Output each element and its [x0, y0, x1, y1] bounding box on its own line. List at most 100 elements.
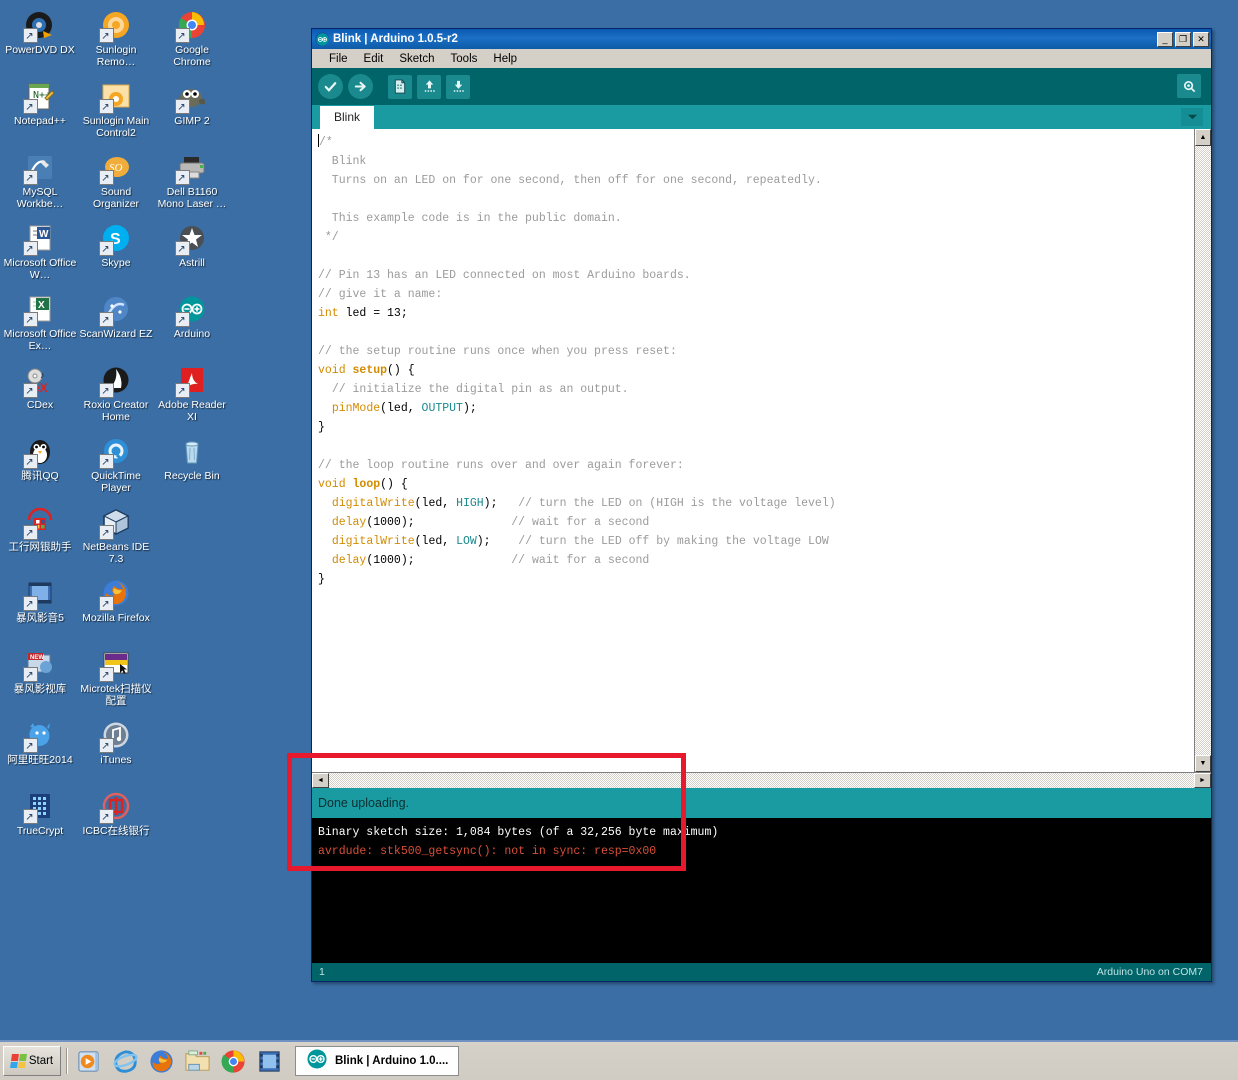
desktop-icon-quicktime[interactable]: ↗ QuickTime Player: [78, 430, 154, 501]
desktop-icon-mysql-workbench[interactable]: ↗ MySQL Workbe…: [2, 146, 78, 217]
window-titlebar[interactable]: Blink | Arduino 1.0.5-r2 _ ❐ ✕: [312, 29, 1211, 49]
window-title: Blink | Arduino 1.0.5-r2: [333, 33, 458, 45]
menu-item-edit[interactable]: Edit: [356, 52, 392, 66]
close-button[interactable]: ✕: [1193, 31, 1209, 47]
desktop-icon-icbc-bank[interactable]: ↗ ICBC在线银行: [78, 785, 154, 856]
code-token: HIGH: [456, 497, 484, 510]
save-button[interactable]: [446, 74, 470, 99]
desktop-icon-recycle-bin[interactable]: Recycle Bin: [154, 430, 230, 501]
windows-media-player-icon[interactable]: [73, 1045, 105, 1077]
code-line: delay(1000); // wait for a second: [318, 513, 1194, 532]
sunlogin-main-icon: ↗: [99, 80, 133, 114]
desktop-icon-baofeng-player[interactable]: ↗ 暴风影音5: [2, 572, 78, 643]
desktop-icon-aliwangwang[interactable]: ↗ 阿里旺旺2014: [2, 714, 78, 785]
editor-vertical-scrollbar[interactable]: ▲ ▼: [1194, 129, 1211, 772]
desktop-icon-microtek-scanner[interactable]: ↗ Microtek扫描仪配置: [78, 643, 154, 714]
desktop-icon-sound-organizer[interactable]: SO ↗ Sound Organizer: [78, 146, 154, 217]
desktop-icon-label: ScanWizard EZ: [79, 328, 153, 340]
media-library-icon[interactable]: [253, 1045, 285, 1077]
desktop-icon-roxio[interactable]: ↗ Roxio Creator Home: [78, 359, 154, 430]
desktop-icon-cdex[interactable]: ♪ eX ↗ CDex: [2, 359, 78, 430]
desktop-icon-chrome[interactable]: ↗ Google Chrome: [154, 4, 230, 75]
shortcut-arrow: ↗: [177, 173, 186, 184]
desktop-icon-sunlogin-remote[interactable]: ↗ Sunlogin Remo…: [78, 4, 154, 75]
code-line: /*: [318, 133, 1194, 152]
taskbar-button-label: Blink | Arduino 1.0....: [335, 1055, 449, 1067]
maximize-button[interactable]: ❐: [1175, 31, 1191, 47]
desktop-icon-itunes[interactable]: ↗ iTunes: [78, 714, 154, 785]
console-line: Binary sketch size: 1,084 bytes (of a 32…: [318, 826, 719, 839]
menu-item-tools[interactable]: Tools: [443, 52, 486, 66]
console-output[interactable]: Binary sketch size: 1,084 bytes (of a 32…: [312, 818, 1211, 963]
shortcut-arrow: ↗: [101, 457, 110, 468]
desktop-icon-astrill[interactable]: ↗ Astrill: [154, 217, 230, 288]
new-button[interactable]: [388, 74, 412, 99]
code-editor[interactable]: /* Blink Turns on an LED on for one seco…: [312, 129, 1194, 772]
code-token: setup: [352, 364, 388, 377]
editor-horizontal-scrollbar[interactable]: ◄ ►: [312, 772, 1211, 788]
scroll-left-button[interactable]: ◄: [312, 773, 329, 788]
desktop-icon-icbc-helper[interactable]: ↗ 工行网银助手: [2, 501, 78, 572]
code-token: () {: [380, 478, 408, 491]
code-line: // the setup routine runs once when you …: [318, 342, 1194, 361]
desktop-icon-dell-printer[interactable]: ↗ Dell B1160 Mono Laser …: [154, 146, 230, 217]
scroll-down-button[interactable]: ▼: [1195, 755, 1211, 772]
scroll-up-button[interactable]: ▲: [1195, 129, 1211, 146]
scroll-track-horizontal[interactable]: [329, 773, 1194, 788]
file-explorer-icon[interactable]: [181, 1045, 213, 1077]
menu-item-sketch[interactable]: Sketch: [391, 52, 442, 66]
desktop-icon-label: TrueCrypt: [16, 825, 64, 837]
roxio-icon: ↗: [99, 364, 133, 398]
desktop-icon-gimp[interactable]: ↗ GIMP 2: [154, 75, 230, 146]
menu-item-file[interactable]: File: [321, 52, 356, 66]
code-token: /*: [319, 136, 333, 149]
desktop-icon-netbeans[interactable]: ↗ NetBeans IDE 7.3: [78, 501, 154, 572]
desktop-icon-empty: [154, 572, 230, 643]
desktop-icon-excel[interactable]: X ↗ Microsoft Office Ex…: [2, 288, 78, 359]
desktop-icon-skype[interactable]: S ↗ Skype: [78, 217, 154, 288]
open-button[interactable]: [417, 74, 441, 99]
minimize-button[interactable]: _: [1157, 31, 1173, 47]
recycle-bin-icon: [175, 435, 209, 469]
firefox-icon[interactable]: [145, 1045, 177, 1077]
start-button[interactable]: Start: [3, 1046, 61, 1076]
svg-text:S: S: [110, 231, 121, 248]
menu-item-help[interactable]: Help: [485, 52, 525, 66]
code-token: delay: [331, 516, 367, 529]
code-token: }: [318, 573, 325, 586]
truecrypt-icon: ↗: [23, 790, 57, 824]
serial-monitor-button[interactable]: [1177, 74, 1201, 98]
desktop-icon-powerdvd[interactable]: ↗ PowerDVD DX: [2, 4, 78, 75]
code-token: }: [318, 421, 325, 434]
chrome-icon[interactable]: [217, 1045, 249, 1077]
tab-blink[interactable]: Blink: [320, 106, 375, 129]
desktop-icon-sunlogin-main[interactable]: ↗ Sunlogin Main Control2: [78, 75, 154, 146]
verify-button[interactable]: [318, 74, 343, 99]
taskbar-button-arduino[interactable]: Blink | Arduino 1.0....: [295, 1046, 460, 1076]
desktop-icon-notepadpp[interactable]: N++ ↗ Notepad++: [2, 75, 78, 146]
desktop-icon-truecrypt[interactable]: ↗ TrueCrypt: [2, 785, 78, 856]
chevron-down-icon[interactable]: [1181, 108, 1203, 126]
scroll-right-button[interactable]: ►: [1194, 773, 1211, 788]
printer-icon: ↗: [175, 151, 209, 185]
internet-explorer-icon[interactable]: [109, 1045, 141, 1077]
shortcut-arrow: ↗: [25, 528, 34, 539]
desktop-icon-scanwizard[interactable]: ↗ ScanWizard EZ: [78, 288, 154, 359]
shortcut-arrow: ↗: [177, 315, 186, 326]
desktop-icon-firefox[interactable]: ↗ Mozilla Firefox: [78, 572, 154, 643]
desktop-icon-label: Sunlogin Remo…: [95, 44, 137, 68]
desktop-icon-label: Dell B1160 Mono Laser …: [157, 186, 227, 210]
scroll-track[interactable]: [1195, 146, 1211, 755]
desktop-icon-word[interactable]: W ↗ Microsoft Office W…: [2, 217, 78, 288]
desktop-icon-adobe-reader[interactable]: ↗ Adobe Reader XI: [154, 359, 230, 430]
upload-button[interactable]: [348, 74, 373, 99]
shortcut-arrow: ↗: [101, 31, 110, 42]
desktop-icon-baofeng-library[interactable]: NEW ↗ 暴风影视库: [2, 643, 78, 714]
desktop-icon-qq[interactable]: ↗ 腾讯QQ: [2, 430, 78, 501]
desktop-icon-arduino[interactable]: ↗ Arduino: [154, 288, 230, 359]
desktop-icon-label: 腾讯QQ: [21, 470, 59, 482]
